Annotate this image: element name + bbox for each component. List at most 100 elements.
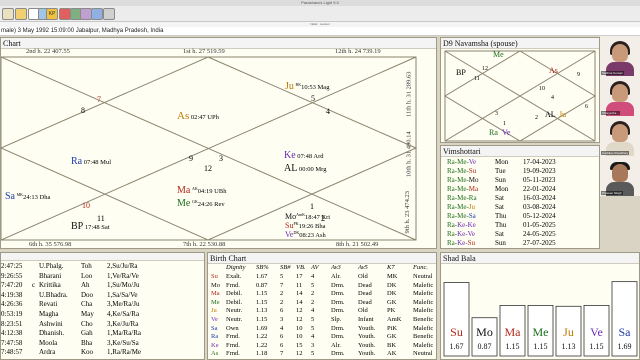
nakshatra-row[interactable]: 7:47:20 c Krittika Ah 1,Su/Mo/Ju [1, 281, 204, 290]
house-number-2: 7 [97, 95, 101, 104]
birth-chart-cell: Malefic [413, 298, 434, 306]
planet-bp[interactable]: BP 17:48 Sat [71, 222, 110, 232]
birth-chart-row[interactable]: Ra Frnd. 1.22 6 10 4 Drm. Youth. GK Benefic [208, 334, 436, 342]
dasha-row[interactable]: Ra-Ke-SuRa-Ke-Su Sun 27-07-2025 [441, 239, 599, 248]
birth-chart-header-cell: Av5 [358, 264, 368, 271]
d9-bp: BP [456, 68, 466, 77]
planet-ve[interactable]: VeDK08:23 Ash [285, 231, 326, 240]
nakshatra-name: U.Phalg. [39, 262, 64, 270]
nakshatra-lords: 4,Ke/Sa/Ra [107, 310, 140, 318]
participant-video-3[interactable]: Anshika Chaudhary [600, 116, 640, 156]
dasha-lord: Ma [468, 185, 479, 193]
participant-video-4[interactable]: Praveen Singh [600, 156, 640, 196]
nakshatra-degree: 9:26:55 [1, 271, 23, 280]
birth-chart-cell: 6 [280, 333, 284, 341]
birth-chart-header-cell: AV [311, 264, 319, 271]
dasha-row[interactable]: Ra-Me-RaRa-Me-Ra Sat 16-03-2024 [441, 194, 599, 203]
birth-chart-cell: Drm. [331, 290, 345, 298]
dasha-row[interactable]: Ra-Ke-KeRa-Ke-Ke Thu 01-05-2025 [441, 221, 599, 230]
cusp-right-mid: 10th h. 31 490.14 [405, 131, 413, 178]
d9-2: 2 [535, 115, 538, 121]
nakshatra-row[interactable]: 0:53:19 Magha May 4,Ke/Sa/Ra [1, 310, 204, 319]
nakshatra-row[interactable]: 4:19:38 U.Bhadra. Doo 1,Sa/Sa/Ve [1, 291, 204, 300]
shad-bala-body: Su 1.67 Mo 0.87 Ma 1.15 Me 1.15 Ju 1.13 Ve 1.15 Sa 1.… [441, 264, 639, 359]
birth-chart-cell: Malefic [413, 307, 434, 315]
planet-ra[interactable]: Ra 07:48 Mul [71, 157, 111, 167]
window-subtitle: Natal · Lesson [310, 22, 330, 26]
birth-chart-header-cell: Func. [413, 264, 428, 271]
nakshatra-lords: 1,Ra/Ra/Me [107, 348, 142, 357]
nakshatra-degree: 7:47:20 [1, 281, 23, 290]
birth-chart-planet: Ve [211, 316, 218, 323]
planet-sa[interactable]: Sa MK24:13 Dha [5, 192, 50, 202]
participant-video-2[interactable]: Shreya Ka... [600, 76, 640, 116]
kp-icon[interactable]: KP [46, 8, 58, 20]
nakshatra-lords: 1,Su/Mo/Ju [107, 281, 140, 290]
dasha-row[interactable]: Ra-Me-MaRa-Me-Ma Mon 22-01-2024 [441, 185, 599, 194]
nakshatra-row[interactable]: 9:26:55 Bharani Loo 1,Ve/Ra/Ve [1, 272, 204, 281]
participant-3-name: Anshika Chaudhary [601, 151, 630, 155]
nakshatra-row[interactable]: 7:47:58 Moola Bha 3,Ke/Su/Sa [1, 339, 204, 348]
planet-al[interactable]: AL 00:00 Mrg [284, 164, 326, 174]
nakshatra-row[interactable]: 2:47:25 U.Phalg. Toh 2,Su/Ju/Ra [1, 262, 204, 271]
birth-chart-cell: 6 [280, 341, 284, 349]
dasha-lord: Ra- [447, 239, 458, 247]
birth-chart-row[interactable]: Su Exalt. 1.67 5 17 4 Alr. Old MK Neutral [208, 273, 436, 282]
nakshatra-row[interactable]: 4:12:38 Dhanish. Gah 1,Ma/Ra/Ra [1, 329, 204, 338]
dasha-row[interactable]: Ra-Me-MoRa-Me-Mo Sun 05-11-2023 [441, 176, 599, 185]
planet-me[interactable]: Me GK24:26 Rev [177, 199, 225, 209]
birth-chart-cell: 7 [280, 350, 284, 358]
dasha-row[interactable]: Ra-Me-SaRa-Me-Sa Thu 05-12-2024 [441, 212, 599, 221]
shad-bala-value-label: 1.15 [506, 342, 520, 351]
home-icon[interactable] [2, 8, 14, 20]
dasha-lord: Ra- [447, 203, 458, 211]
nakshatra-row[interactable]: 4:26:36 Revati Cha 3,Me/Ra/Ju [1, 300, 204, 309]
birth-chart-row[interactable]: Ju Neutr. 1.13 6 12 4 Drm. Old PK Malefic [208, 308, 436, 316]
planet-ju[interactable]: Ju RK10:53 Mag [285, 82, 329, 92]
planet-mo-karaka: AmK [296, 212, 306, 217]
birth-chart-planet: Ju [211, 307, 217, 315]
participant-1-face [612, 44, 628, 62]
shad-bala-value-label: 1.13 [562, 342, 576, 351]
dasha-row[interactable]: Ra-Me-VeRa-Me-Ve Mon 17-04-2023 [441, 158, 599, 167]
birth-chart-row[interactable]: Sa Own 1.69 4 10 5 Drm. Youth. PiK Malefic [208, 325, 436, 334]
cusp-right-bot: 9th h. 23 474.23 [403, 191, 411, 234]
birth-chart-cell: Drm. [331, 298, 345, 306]
nakshatra-row[interactable]: 8:23:51 Ashwini Cho 3,Ke/Ju/Ra [1, 320, 204, 329]
birth-chart-cell: DK [387, 281, 397, 289]
planet-ke[interactable]: Ke 07:48 Ard [284, 151, 323, 161]
participant-4-face [612, 164, 628, 182]
participant-video-1[interactable]: Sadhna Kumari [600, 36, 640, 76]
rasi-chart-body: 2nd h. 22 407.55 1st h. 27 519.59 12th h… [1, 48, 436, 248]
nakshatra-table-panel: 2:47:25 U.Phalg. Toh 2,Su/Ju/Ra 9:26:55 Bhara… [0, 252, 205, 360]
birth-chart-cell: 6 [280, 307, 284, 315]
birth-chart-cell: Frnd. [226, 333, 240, 341]
nakshatra-combust-flag: c [32, 281, 36, 290]
planet-ma[interactable]: Ma AK04:19 UBh [177, 186, 226, 196]
dasha-row[interactable]: Ra-Me-SuRa-Me-Su Tue 19-09-2023 [441, 167, 599, 176]
dasha-day: Mon [495, 185, 509, 193]
birth-chart-row[interactable]: Me Debil. 1.15 2 14 2 Drm. Dead GK Malefic [208, 298, 436, 308]
grid-icon[interactable] [103, 8, 115, 20]
planet-as[interactable]: As 02:47 UPh [177, 111, 219, 122]
planet-al-abbr: AL [284, 163, 298, 174]
shad-bala-chart: Su 1.67 Mo 0.87 Ma 1.15 Me 1.15 Ju 1.13 Ve 1.15 Sa 1.… [443, 281, 638, 357]
refresh-icon[interactable] [91, 8, 103, 20]
birth-chart-row[interactable]: Ke Frnd. 1.22 6 15 3 Alr. Youth. BK Malefic [208, 341, 436, 351]
dasha-lord: Ke [467, 221, 476, 229]
dasha-row[interactable]: Ra-Ke-VeRa-Ke-Ve Sat 24-05-2025 [441, 230, 599, 239]
dasha-day: Sat [495, 194, 504, 202]
dasha-lord: Me- [457, 167, 469, 175]
birth-chart-row[interactable]: As Frnd. 1.18 7 12 5 Drm. Youth. AK Neutral [208, 351, 436, 359]
birth-chart-row[interactable]: Ma Debil. 1.15 2 14 2 Drm. Dead DK Malefic [208, 291, 436, 299]
star-icon[interactable] [15, 8, 27, 20]
dasha-lord: Su [468, 167, 477, 175]
birth-chart-row[interactable]: Mo Frnd. 0.87 7 11 5 Drm. Dead DK Malefic [208, 281, 436, 291]
birth-chart-cell: Alr. [331, 341, 341, 349]
nakshatra-syllable: Cho [81, 319, 93, 328]
dasha-row[interactable]: Ra-Me-JuRa-Me-Ju Sat 03-08-2024 [441, 203, 599, 212]
dasha-lord: Me- [457, 185, 469, 193]
birth-chart-row[interactable]: Ve Neutr. 1.15 3 12 5 Slp. Infant AmK Benefic [208, 316, 436, 325]
cusp-top-left: 2nd h. 22 407.55 [26, 48, 70, 55]
nakshatra-row[interactable]: 7:48:57 Ardra Koo 1,Ra/Ra/Me [1, 348, 204, 357]
